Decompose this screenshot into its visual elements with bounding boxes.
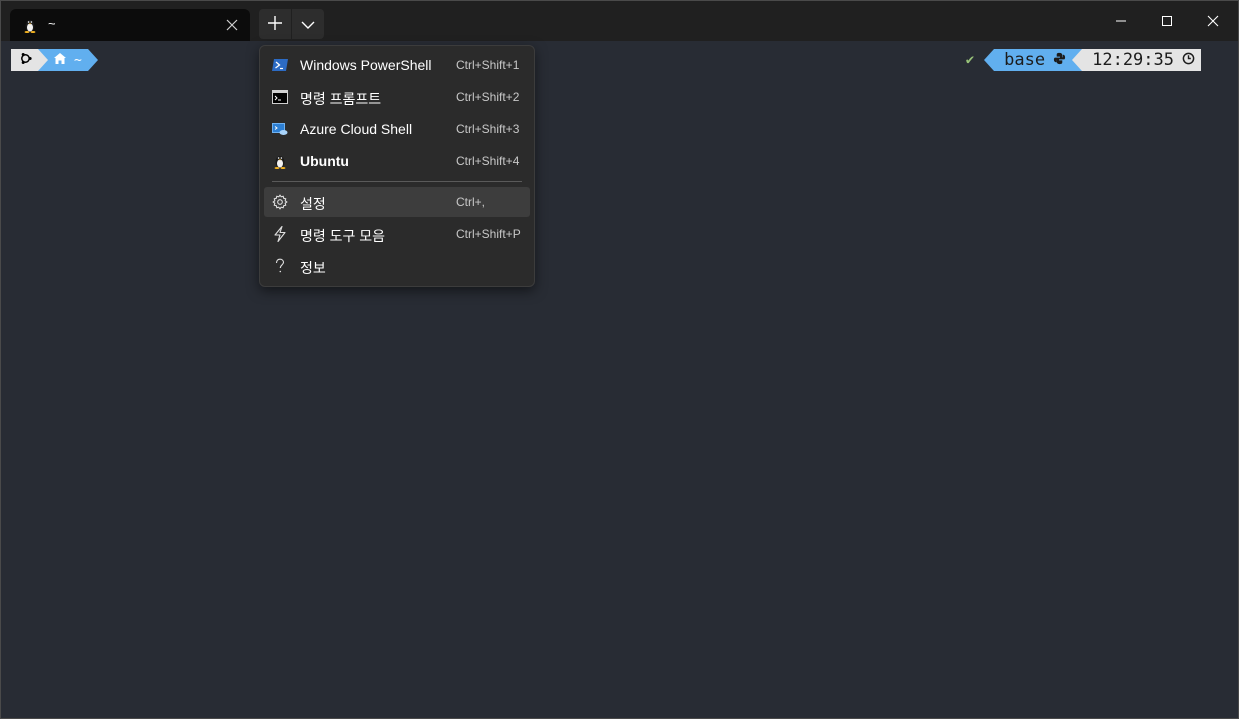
profile-dropdown-menu: Windows PowerShell Ctrl+Shift+1 명령 프롬프트 … (259, 45, 535, 287)
question-icon (272, 258, 288, 274)
menu-item-label: 정보 (300, 260, 326, 276)
title-bar: ~ (1, 1, 1238, 41)
command-prompt-icon (272, 89, 288, 105)
profile-dropdown-button[interactable] (292, 9, 324, 39)
prompt-path: ~ (74, 52, 82, 68)
prompt-os-arrow (38, 49, 48, 71)
ubuntu-icon (19, 52, 32, 69)
status-check: ✔ (965, 52, 975, 68)
menu-item-label: 명령 도구 모음 (300, 228, 386, 244)
prompt-time: 12:29:35 (1092, 50, 1174, 70)
conda-env: base (1004, 50, 1046, 70)
new-tab-button[interactable] (259, 9, 291, 39)
tab-title: ~ (48, 16, 56, 31)
menu-item-about[interactable]: 정보 (264, 251, 530, 281)
prompt-os-segment (11, 49, 38, 71)
prompt-right-segments: ✔ base 12:29:35 (966, 49, 1201, 71)
prompt-env-segment: base (994, 49, 1073, 71)
home-icon (54, 52, 66, 68)
lightning-icon (272, 226, 288, 242)
menu-item-ubuntu[interactable]: Ubuntu Ctrl+Shift+4 (264, 146, 530, 176)
prompt-left-segments: ~ (11, 49, 98, 71)
menu-item-shortcut: Ctrl+Shift+3 (456, 122, 520, 136)
menu-item-label: Azure Cloud Shell (300, 121, 413, 137)
menu-item-azure-cloud-shell[interactable]: Azure Cloud Shell Ctrl+Shift+3 (264, 114, 530, 144)
menu-separator (272, 181, 522, 182)
close-icon (1207, 12, 1219, 31)
menu-item-command-prompt[interactable]: 명령 프롬프트 Ctrl+Shift+2 (264, 82, 530, 112)
prompt-time-arrow (1072, 49, 1083, 71)
terminal-content[interactable]: ~ ✔ base 12:29:35 (1, 41, 1238, 718)
menu-item-label: 명령 프롬프트 (300, 91, 382, 107)
menu-item-label: Ubuntu (300, 153, 349, 169)
maximize-icon (1161, 12, 1173, 31)
tab-ubuntu[interactable]: ~ (10, 9, 250, 41)
menu-item-command-palette[interactable]: 명령 도구 모음 Ctrl+Shift+P (264, 219, 530, 249)
python-icon (1053, 50, 1066, 70)
menu-item-shortcut: Ctrl+Shift+1 (456, 58, 520, 72)
minimize-button[interactable] (1098, 1, 1144, 41)
minimize-icon (1115, 12, 1127, 31)
clock-icon (1182, 50, 1195, 70)
close-window-button[interactable] (1190, 1, 1236, 41)
terminal-window: ~ ~ ✔ base 12:29:35 Windows PowerShell C… (0, 0, 1239, 719)
plus-icon (268, 15, 282, 34)
prompt-path-segment: ~ (48, 49, 88, 71)
powershell-icon (272, 57, 288, 73)
menu-item-label: 설정 (300, 196, 326, 212)
azure-cloud-shell-icon (272, 121, 288, 137)
menu-item-label: Windows PowerShell (300, 57, 432, 73)
menu-item-shortcut: Ctrl+Shift+4 (456, 154, 520, 168)
gear-icon (272, 194, 288, 210)
menu-item-shortcut: Ctrl+, (456, 195, 486, 209)
menu-item-windows-powershell[interactable]: Windows PowerShell Ctrl+Shift+1 (264, 50, 530, 80)
maximize-button[interactable] (1144, 1, 1190, 41)
menu-item-shortcut: Ctrl+Shift+2 (456, 90, 520, 104)
menu-item-settings[interactable]: 설정 Ctrl+, (264, 187, 530, 217)
linux-penguin-icon (22, 17, 38, 33)
chevron-down-icon (301, 15, 315, 34)
menu-item-shortcut: Ctrl+Shift+P (456, 227, 521, 241)
linux-penguin-icon (272, 153, 288, 169)
prompt-path-arrow (87, 49, 98, 71)
close-tab-icon[interactable] (224, 17, 240, 33)
prompt-time-segment: 12:29:35 (1082, 49, 1201, 71)
prompt-env-arrow (984, 49, 995, 71)
